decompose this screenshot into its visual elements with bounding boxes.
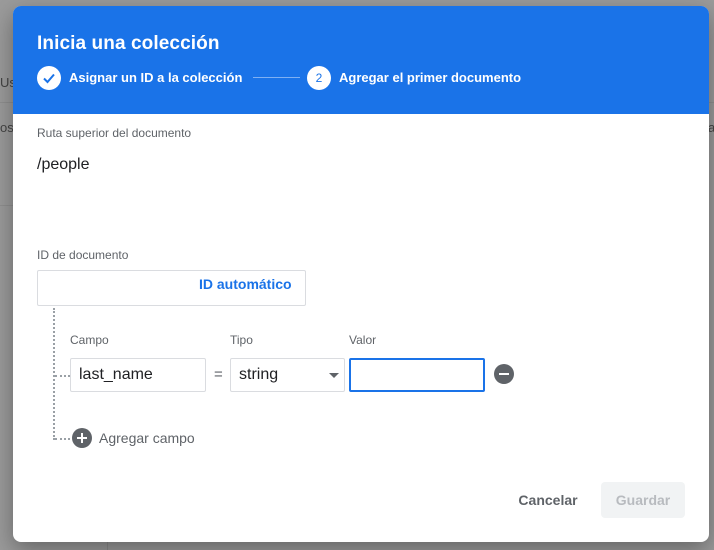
cancel-button[interactable]: Cancelar <box>507 482 589 518</box>
step-2-number: 2 <box>307 66 331 90</box>
dialog-header: Inicia una colección Asignar un ID a la … <box>13 6 709 114</box>
step-1-label: Asignar un ID a la colección <box>69 70 243 85</box>
field-name-header: Campo <box>70 333 109 347</box>
bg-text-fragment: os <box>0 120 14 135</box>
parent-path-value: /people <box>37 156 90 173</box>
start-collection-dialog: Inicia una colección Asignar un ID a la … <box>13 6 709 542</box>
field-type-header: Tipo <box>230 333 253 347</box>
parent-path-label: Ruta superior del documento <box>37 126 192 140</box>
equals-sign: = <box>214 366 223 383</box>
auto-id-button[interactable]: ID automático <box>199 276 292 292</box>
step-connector <box>253 77 300 78</box>
caret-down-icon <box>329 373 339 378</box>
field-name-input[interactable] <box>70 358 206 392</box>
add-field-button[interactable]: Agregar campo <box>99 430 195 446</box>
check-icon <box>37 66 61 90</box>
remove-field-icon[interactable] <box>494 364 514 384</box>
field-value-input[interactable] <box>349 358 485 392</box>
step-2-label: Agregar el primer documento <box>339 70 522 85</box>
add-field-icon[interactable] <box>72 428 92 448</box>
field-type-value: string <box>239 366 279 383</box>
field-tree-branch <box>55 438 70 440</box>
field-tree-branch <box>55 375 70 377</box>
field-tree-line <box>53 308 55 440</box>
dialog-title: Inicia una colección <box>37 33 220 54</box>
save-button[interactable]: Guardar <box>601 482 685 518</box>
field-value-header: Valor <box>349 333 377 347</box>
document-id-label: ID de documento <box>37 248 129 262</box>
field-type-select[interactable]: string <box>230 358 345 392</box>
